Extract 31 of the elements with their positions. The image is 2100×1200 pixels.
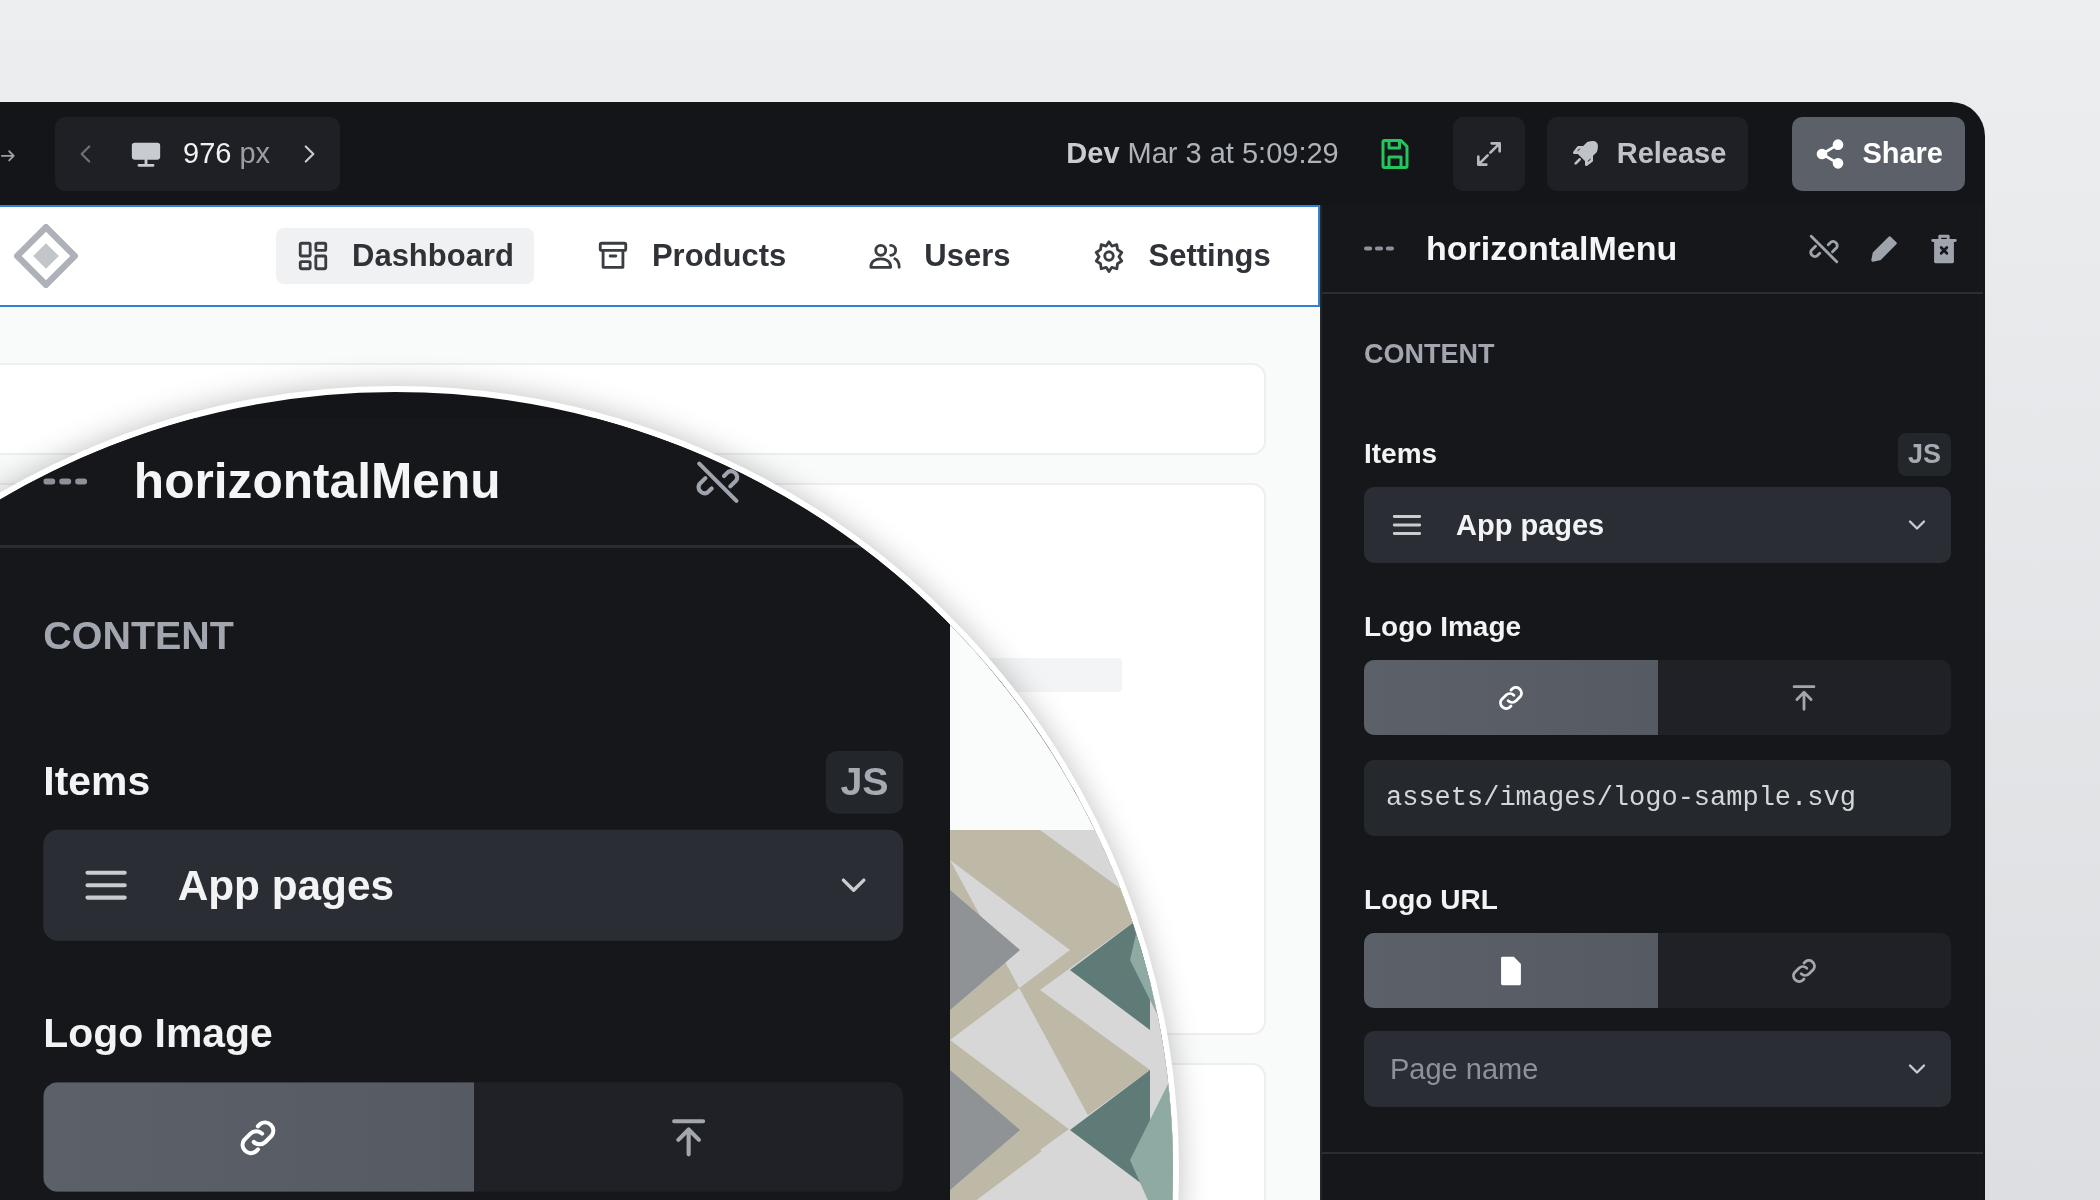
nav-item[interactable]: Users (848, 228, 1031, 284)
environment-label: Dev (1066, 137, 1120, 170)
component-name: horizontalMenu (133, 453, 501, 510)
section-heading: CONTENT (1364, 338, 1496, 371)
width-unit: px (239, 137, 271, 170)
component-icon (1364, 246, 1394, 251)
grid-icon (296, 239, 330, 273)
component-name: horizontalMenu (1426, 229, 1678, 268)
expand-button[interactable] (1452, 116, 1525, 191)
share-button[interactable]: Share (1792, 116, 1965, 191)
js-toggle[interactable]: JS (825, 750, 904, 813)
field-label: Items (43, 758, 151, 805)
js-toggle[interactable]: JS (1897, 432, 1951, 476)
nav-item[interactable]: Products (575, 228, 807, 284)
section-heading: CONTENT (43, 612, 235, 660)
page-select[interactable]: Page name (1364, 1031, 1951, 1107)
field-label: Logo Image (1364, 611, 1522, 643)
field-label: Items (1364, 438, 1438, 470)
select-field[interactable]: App pages (1364, 487, 1951, 563)
nav-item[interactable]: Dashboard (276, 228, 534, 284)
source-option[interactable] (1364, 933, 1658, 1008)
saved-time: Mar 3 at 5:09:29 (1127, 137, 1339, 170)
release-button[interactable]: Release (1546, 116, 1749, 191)
select-field[interactable]: App pages (43, 829, 904, 941)
nav-item[interactable]: Settings (1072, 228, 1291, 284)
path-input[interactable]: assets/images/logo-sample.svg (1364, 760, 1951, 836)
field-label: Logo Image (43, 1010, 273, 1058)
component-icon (43, 477, 88, 486)
field-label: Logo URL (1364, 884, 1498, 916)
device-width-control[interactable]: 976 px (55, 116, 341, 191)
device-width: 976 (183, 137, 232, 170)
